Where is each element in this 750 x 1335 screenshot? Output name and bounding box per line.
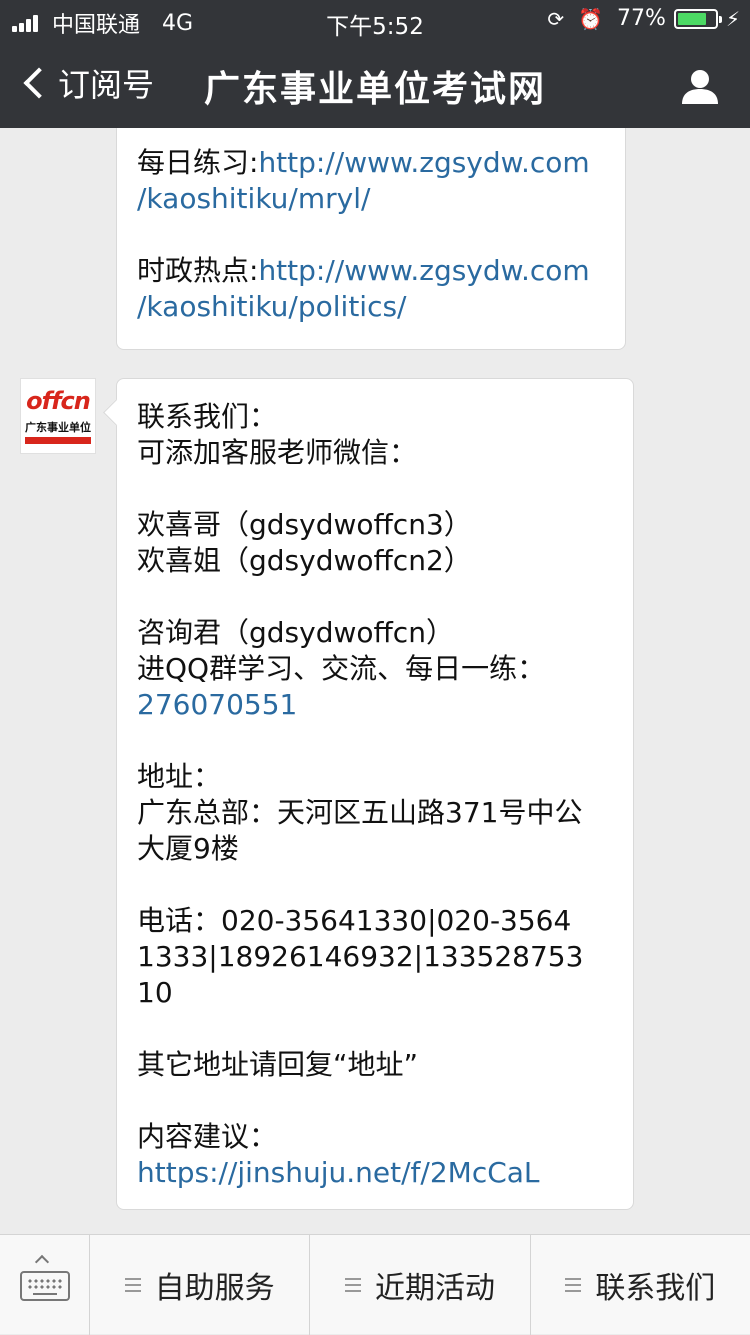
phone-line: 电话：020-35641330|020-3564 xyxy=(137,904,572,937)
alarm-icon: ⏰ xyxy=(578,6,604,31)
avatar-stripe xyxy=(25,437,91,444)
bottom-menu: 自助服务 近期活动 联系我们 xyxy=(0,1234,750,1335)
wechat-contact: 欢喜姐（gdsydwoffcn2） xyxy=(137,544,472,577)
menu-lines-icon xyxy=(344,1278,361,1292)
link-url[interactable]: http://www.zgsydw.com xyxy=(258,254,589,287)
address-title: 地址： xyxy=(137,760,222,793)
link-label: 每日练习: xyxy=(137,146,259,179)
battery-fill xyxy=(677,12,706,25)
menu-item-label: 自助服务 xyxy=(154,1271,275,1306)
keyboard-toggle-button[interactable] xyxy=(0,1235,90,1335)
text-line: 每日练习:http://www.zgsydw.com xyxy=(137,145,605,181)
menu-item-contact-us[interactable]: 联系我们 xyxy=(531,1235,750,1335)
avatar-subtitle: 广东事业单位 xyxy=(25,421,91,434)
wechat-contact: 咨询君（gdsydwoffcn） xyxy=(137,616,454,649)
menu-lines-icon xyxy=(565,1278,582,1292)
menu-item-label: 联系我们 xyxy=(595,1271,716,1306)
wechat-contact: 欢喜哥（gdsydwoffcn3） xyxy=(137,508,472,541)
avatar-logo: offcn xyxy=(26,387,91,415)
qq-intro: 进QQ群学习、交流、每日一练： xyxy=(137,652,546,685)
page-title: 广东事业单位考试网 xyxy=(203,69,546,110)
wechat-intro: 可添加客服老师微信： xyxy=(137,436,418,469)
caret-up-icon xyxy=(34,1254,50,1270)
address-line: 广东总部：天河区五山路371号中公 xyxy=(137,796,583,829)
battery-icon xyxy=(673,8,722,29)
battery-percent: 77% xyxy=(617,6,666,31)
other-address-note: 其它地址请回复“地址” xyxy=(137,1048,419,1081)
charging-icon: ⚡ xyxy=(725,6,740,31)
text-line: 时政热点:http://www.zgsydw.com xyxy=(137,253,605,289)
menu-lines-icon xyxy=(124,1278,141,1292)
message-bubble: 联系我们： 可添加客服老师微信： 欢喜哥（gdsydwoffcn3） 欢喜姐（g… xyxy=(116,378,634,1210)
menu-item-recent-events[interactable]: 近期活动 xyxy=(310,1235,531,1335)
suggest-title: 内容建议： xyxy=(137,1120,278,1153)
rotation-lock-icon: ⟳ xyxy=(547,6,565,31)
status-bar: 中国联通 4G 下午5:52 ⟳ ⏰ 77% ⚡ xyxy=(0,0,750,40)
suggest-link[interactable]: https://jinshuju.net/f/2McCaL xyxy=(137,1155,613,1191)
contact-title: 联系我们： xyxy=(137,400,278,433)
profile-icon[interactable] xyxy=(680,66,720,106)
address-line: 大厦9楼 xyxy=(137,832,239,865)
message-bubble: 每日练习:http://www.zgsydw.com /kaoshitiku/m… xyxy=(116,128,626,350)
qq-number-link[interactable]: 276070551 xyxy=(137,687,613,723)
status-right: ⟳ ⏰ 77% ⚡ xyxy=(547,6,740,31)
avatar[interactable]: offcn 广东事业单位 xyxy=(20,378,96,454)
link-url[interactable]: /kaoshitiku/politics/ xyxy=(137,289,605,325)
nav-bar: 订阅号 广东事业单位考试网 xyxy=(0,40,750,128)
phone-line: 10 xyxy=(137,976,173,1009)
phone-line: 1333|18926146932|133528753 xyxy=(137,940,584,973)
keyboard-icon xyxy=(20,1271,70,1301)
chat-area[interactable]: 每日练习:http://www.zgsydw.com /kaoshitiku/m… xyxy=(0,128,750,1234)
link-url[interactable]: http://www.zgsydw.com xyxy=(258,146,589,179)
link-label: 时政热点: xyxy=(137,254,259,287)
menu-item-label: 近期活动 xyxy=(374,1271,495,1306)
menu-item-self-service[interactable]: 自助服务 xyxy=(90,1235,311,1335)
link-url[interactable]: /kaoshitiku/mryl/ xyxy=(137,181,605,217)
